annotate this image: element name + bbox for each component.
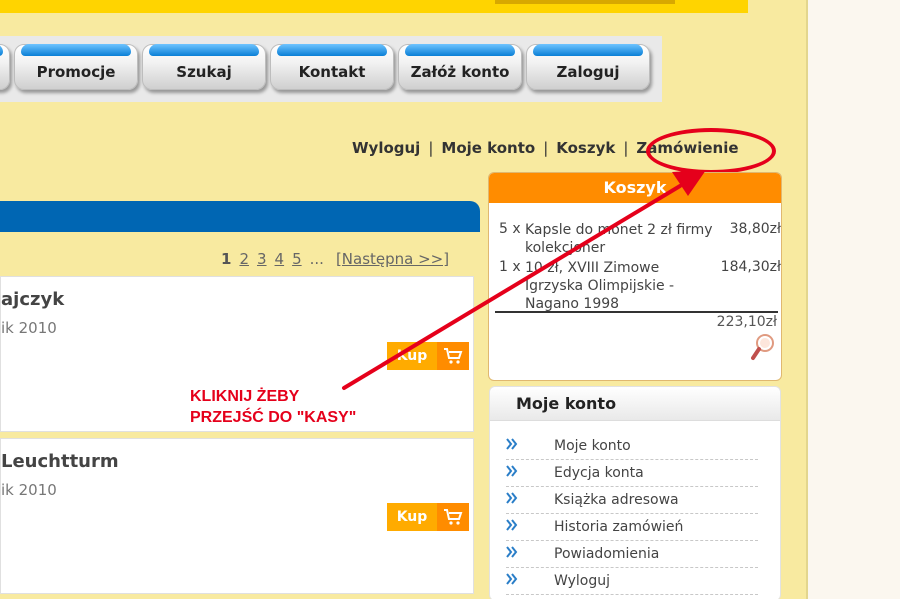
cart-box: Koszyk 5 x Kapsle do monet 2 zł firmy ko… (488, 172, 782, 381)
annotation-line: KLIKNIJ ŻEBY (190, 388, 300, 405)
product-item: Leuchtturm ik 2010 Kup (0, 438, 474, 594)
cart-item: 1 x 10 zł, XVIII Zimowe Igrzyska Olimpij… (497, 259, 781, 313)
my-account-link[interactable]: Moje konto (441, 139, 535, 157)
content-header-bar (0, 201, 480, 232)
link-separator: | (623, 139, 629, 157)
cart-item-name[interactable]: 10 zł, XVIII Zimowe Igrzyska Olimpijskie… (525, 259, 720, 313)
page-link[interactable]: 2 (239, 250, 249, 268)
nav-tab-kontakt[interactable]: Kontakt (270, 44, 394, 90)
double-chevron-right-icon (506, 546, 518, 562)
page: Promocje Szukaj Kontakt Załóż konto Zalo… (0, 0, 808, 599)
next-page-link[interactable]: [Następna >>] (336, 250, 449, 268)
nav-tab-label: Zaloguj (556, 63, 620, 81)
top-banner-strip (0, 0, 748, 13)
cart-total: 223,10zł (716, 314, 777, 330)
highlight-ellipse (646, 128, 776, 174)
account-menu-label: Powiadomienia (554, 546, 660, 562)
account-menu-label: Wyloguj (554, 573, 610, 589)
nav-tab-label: Załóż konto (410, 63, 510, 81)
product-title[interactable]: ajczyk (1, 289, 64, 310)
cart-item-price: 184,30zł (720, 259, 781, 275)
nav-tab-hidden[interactable] (0, 44, 10, 90)
nav-tab-label: Szukaj (176, 63, 232, 81)
shopping-cart-icon (437, 342, 469, 370)
pagination-ellipsis: ... (309, 250, 324, 268)
top-banner-detail (495, 0, 675, 4)
account-menu-label: Edycja konta (554, 465, 644, 481)
page-link[interactable]: 4 (275, 250, 285, 268)
account-menu-item-powiadomienia[interactable]: Powiadomienia (506, 541, 758, 568)
logout-link[interactable]: Wyloguj (352, 139, 420, 157)
account-box: Moje konto Moje konto Edycja konta Książ… (489, 386, 781, 599)
magnifier-icon[interactable] (751, 333, 775, 365)
cart-box-title: Koszyk (489, 173, 781, 203)
double-chevron-right-icon (506, 438, 518, 454)
double-chevron-right-icon (506, 573, 518, 589)
buy-button-label: Kup (387, 342, 437, 370)
account-menu-item-historia-zamowien[interactable]: Historia zamówień (506, 514, 758, 541)
cart-item: 5 x Kapsle do monet 2 zł firmy kolekcjon… (497, 221, 781, 257)
nav-tab-promocje[interactable]: Promocje (14, 44, 138, 90)
account-menu-label: Historia zamówień (554, 519, 684, 535)
annotation-line: PRZEJŚĆ DO "KASY" (190, 409, 357, 426)
product-date: ik 2010 (1, 319, 57, 337)
cart-link[interactable]: Koszyk (556, 139, 615, 157)
nav-tab-szukaj[interactable]: Szukaj (142, 44, 266, 90)
account-menu-item-wyloguj[interactable]: Wyloguj (506, 568, 758, 595)
double-chevron-right-icon (506, 465, 518, 481)
cart-item-qty: 1 x (499, 259, 521, 275)
main-nav: Promocje Szukaj Kontakt Załóż konto Zalo… (0, 36, 662, 102)
link-separator: | (543, 139, 549, 157)
account-box-title: Moje konto (490, 387, 780, 421)
nav-tab-zaloguj[interactable]: Zaloguj (526, 44, 650, 90)
buy-button-label: Kup (387, 503, 437, 531)
account-menu-item-moje-konto[interactable]: Moje konto (506, 433, 758, 460)
product-title[interactable]: Leuchtturm (1, 451, 119, 472)
account-menu-label: Książka adresowa (554, 492, 679, 508)
annotation-text: KLIKNIJ ŻEBY PRZEJŚĆ DO "KASY" (190, 386, 356, 428)
cart-item-name[interactable]: Kapsle do monet 2 zł firmy kolekcjoner (525, 221, 720, 257)
account-menu-item-edycja-konta[interactable]: Edycja konta (506, 460, 758, 487)
account-menu-label: Moje konto (554, 438, 631, 454)
page-current: 1 (221, 250, 232, 268)
nav-tab-label: Promocje (36, 63, 116, 81)
cart-item-price: 38,80zł (729, 221, 781, 237)
account-menu-item-ksiazka-adresowa[interactable]: Książka adresowa (506, 487, 758, 514)
buy-button[interactable]: Kup (387, 342, 469, 370)
double-chevron-right-icon (506, 492, 518, 508)
double-chevron-right-icon (506, 519, 518, 535)
link-separator: | (428, 139, 434, 157)
nav-tab-label: Kontakt (298, 63, 366, 81)
buy-button[interactable]: Kup (387, 503, 469, 531)
page-link[interactable]: 3 (257, 250, 267, 268)
nav-tab-zaloz-konto[interactable]: Załóż konto (398, 44, 522, 90)
shopping-cart-icon (437, 503, 469, 531)
product-date: ik 2010 (1, 481, 57, 499)
cart-total-rule (495, 311, 778, 313)
cart-item-qty: 5 x (499, 221, 521, 237)
page-link[interactable]: 5 (292, 250, 302, 268)
pagination: 1 2 3 4 5... [Następna >>] (221, 250, 457, 268)
